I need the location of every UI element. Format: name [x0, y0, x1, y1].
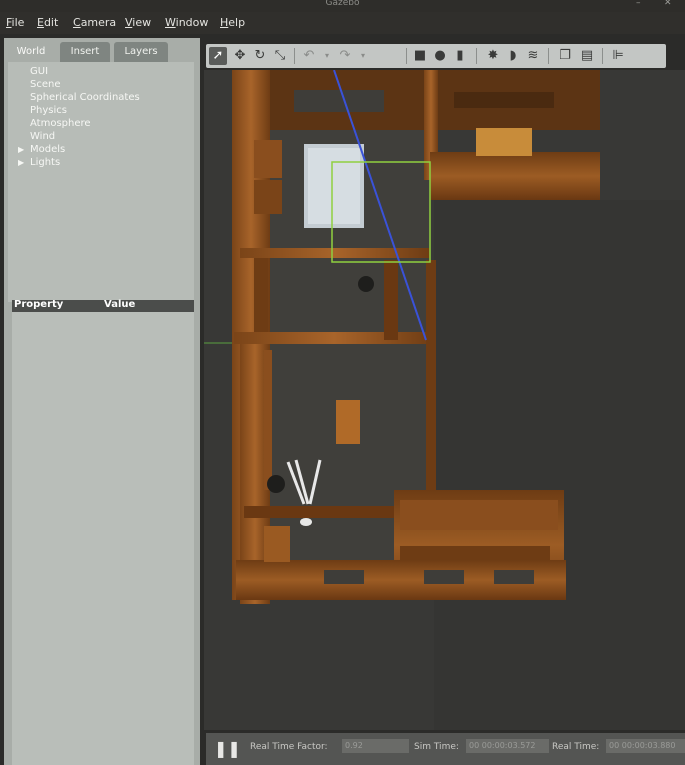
real-time-factor-label: Real Time Factor: — [250, 742, 328, 752]
tree-item-models[interactable]: Models — [30, 144, 65, 155]
menu-bar: File Edit Camera View Window Help — [0, 12, 685, 34]
sphere-icon[interactable]: ● — [431, 47, 449, 65]
cylinder-icon[interactable]: ▮ — [451, 47, 469, 65]
copy-icon[interactable]: ❐ — [556, 47, 574, 65]
tree-item-gui[interactable]: GUI — [30, 66, 48, 77]
translate-icon[interactable]: ✥ — [231, 47, 249, 65]
toolbar-separator — [406, 48, 407, 64]
paste-icon[interactable]: ▤ — [578, 47, 596, 65]
value-column-header: Value — [104, 299, 136, 310]
window-title: Gazebo — [325, 0, 360, 8]
pause-icon[interactable]: ❚❚ — [214, 741, 241, 757]
wall-divider-right — [426, 260, 436, 490]
expand-arrow-icon[interactable]: ▶ — [18, 158, 24, 167]
align-icon[interactable]: ⊫ — [609, 47, 627, 65]
tab-world[interactable]: World — [6, 42, 56, 62]
undo-icon[interactable]: ↶ — [300, 47, 318, 65]
select-arrow-icon[interactable]: ➚ — [209, 47, 227, 65]
tree-item-spherical-coordinates[interactable]: Spherical Coordinates — [30, 92, 140, 103]
property-table — [12, 312, 194, 765]
tree-item-physics[interactable]: Physics — [30, 105, 67, 116]
tree-item-scene[interactable]: Scene — [30, 79, 61, 90]
tab-insert[interactable]: Insert — [60, 42, 110, 62]
sim-time-label: Sim Time: — [414, 742, 459, 752]
box-icon[interactable]: ■ — [411, 47, 429, 65]
toolbar: ➚ ✥ ↻ ⤡ ↶ ▾ ↷ ▾ ■ ● ▮ ✸ ◗ ≋ ❐ ▤ ⊫ — [206, 44, 666, 68]
menu-view[interactable]: View — [125, 16, 151, 29]
real-time-label: Real Time: — [552, 742, 600, 752]
expand-arrow-icon[interactable]: ▶ — [18, 145, 24, 154]
tree-item-lights[interactable]: Lights — [30, 157, 60, 168]
toolbar-separator — [548, 48, 549, 64]
close-icon[interactable]: ✕ — [664, 0, 672, 8]
point-light-icon[interactable]: ✸ — [484, 47, 502, 65]
real-time-factor-value: 0.92 — [342, 739, 409, 753]
menu-camera[interactable]: Camera — [73, 16, 116, 29]
left-panel: World Insert Layers GUI Scene Spherical … — [4, 38, 200, 765]
property-column-header: Property — [14, 299, 64, 310]
bottom-status-bar: ❚❚ Real Time Factor: 0.92 Sim Time: 00 0… — [206, 733, 685, 765]
real-time-value: 00 00:00:03.880 — [606, 739, 685, 753]
redo-icon[interactable]: ↷ — [336, 47, 354, 65]
property-table-header: Property Value — [12, 299, 194, 312]
shelf-middle — [240, 248, 430, 258]
redo-dropdown-icon[interactable]: ▾ — [354, 47, 372, 65]
scene-render — [204, 70, 685, 730]
rotate-icon[interactable]: ↻ — [251, 47, 269, 65]
menu-help[interactable]: Help — [220, 16, 245, 29]
tab-layers[interactable]: Layers — [114, 42, 168, 62]
3d-viewport[interactable] — [204, 70, 685, 730]
toolbar-separator — [602, 48, 603, 64]
tree-item-atmosphere[interactable]: Atmosphere — [30, 118, 91, 129]
toolbar-separator — [294, 48, 295, 64]
menu-window[interactable]: Window — [165, 16, 208, 29]
minimize-icon[interactable]: – — [636, 0, 641, 8]
scale-icon[interactable]: ⤡ — [271, 47, 289, 65]
sim-time-value: 00 00:00:03.572 — [466, 739, 549, 753]
title-bar: Gazebo – ✕ — [0, 0, 685, 12]
toolbar-separator — [476, 48, 477, 64]
spot-light-icon[interactable]: ◗ — [504, 47, 522, 65]
world-tree: GUI Scene Spherical Coordinates Physics … — [8, 62, 194, 302]
shelf-top-right — [430, 152, 600, 200]
shelf-lower — [234, 332, 434, 344]
menu-file[interactable]: File — [6, 16, 24, 29]
undo-dropdown-icon[interactable]: ▾ — [318, 47, 336, 65]
tree-item-wind[interactable]: Wind — [30, 131, 55, 142]
directional-light-icon[interactable]: ≋ — [524, 47, 542, 65]
menu-edit[interactable]: Edit — [37, 16, 58, 29]
